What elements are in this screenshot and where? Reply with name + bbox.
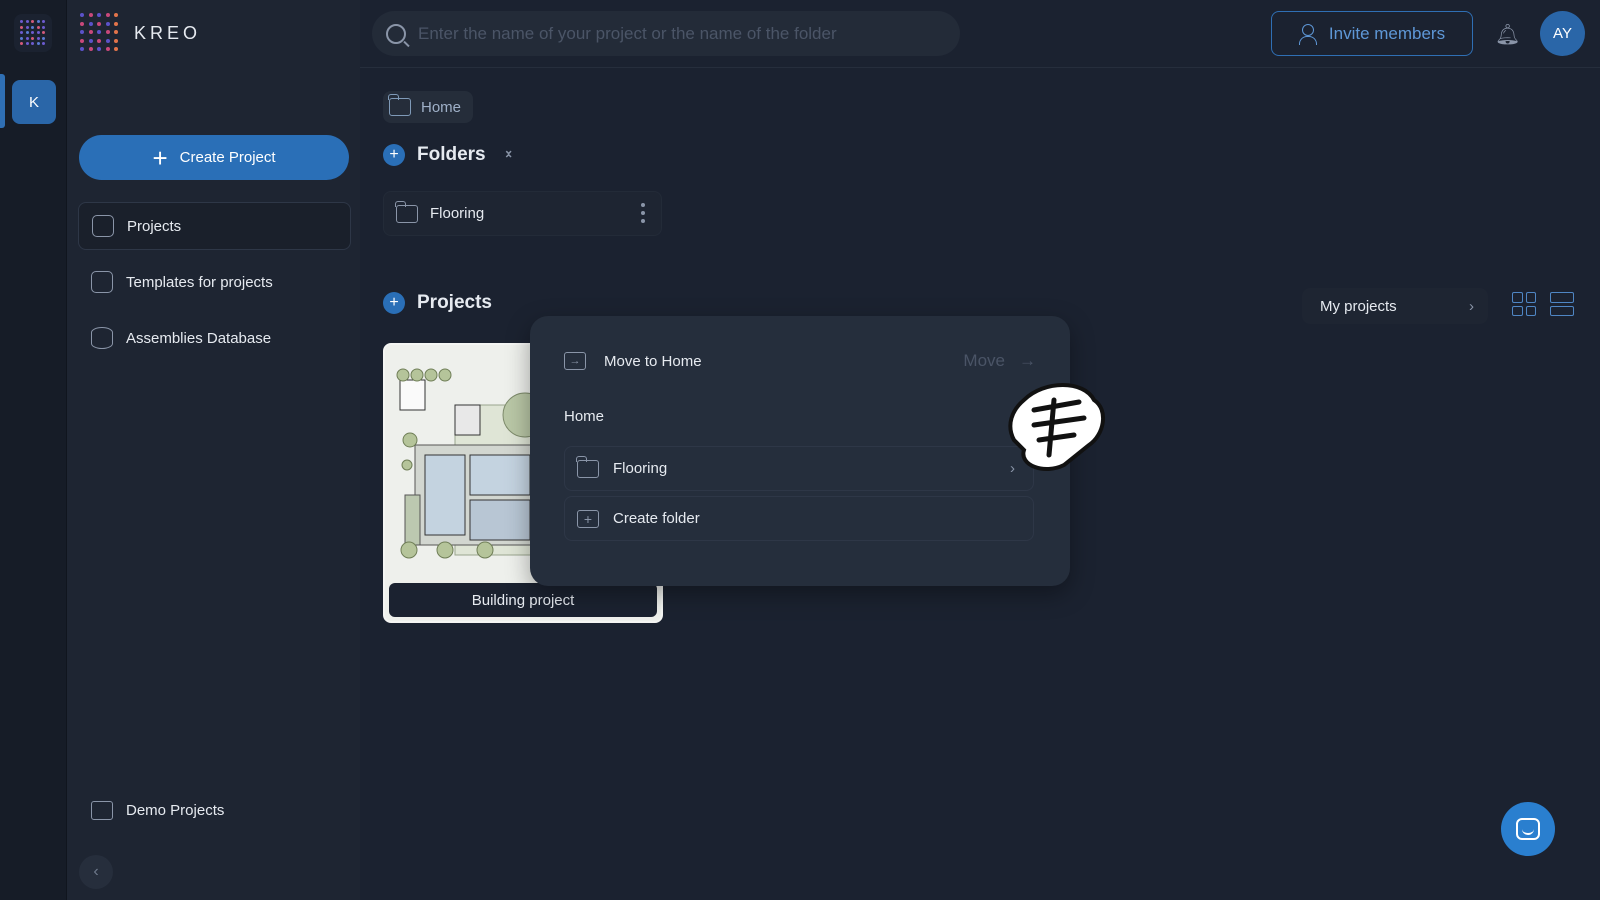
grid-view-icon[interactable]: [1512, 292, 1536, 316]
folder-icon: [388, 94, 411, 116]
chat-icon: [1516, 818, 1540, 840]
add-folder-icon: +: [577, 509, 599, 528]
move-button-label: Move: [963, 351, 1005, 370]
invite-members-label: Invite members: [1328, 23, 1446, 43]
top-bar: Invite members 🔔︎ AY: [360, 0, 1600, 68]
projects-title: Projects: [417, 292, 492, 313]
sidebar-item-label: Projects: [127, 217, 182, 235]
sidebar-item-templates[interactable]: Templates for projects: [78, 258, 351, 306]
workspace-rail: K: [0, 0, 67, 900]
sidebar-item-demo-projects[interactable]: Demo Projects: [78, 786, 351, 834]
list-view-icon[interactable]: [1550, 292, 1574, 316]
move-dialog: → Move to Home Move → Home Flooring › + …: [530, 316, 1070, 586]
projects-filter-dropdown[interactable]: My projects ›: [1302, 288, 1488, 324]
invite-members-button[interactable]: Invite members: [1271, 11, 1473, 56]
folders-title: Folders: [417, 144, 486, 165]
create-project-label: Create Project: [179, 149, 276, 166]
current-location: Home: [564, 408, 605, 425]
document-icon: [92, 215, 114, 237]
support-chat-button[interactable]: [1501, 802, 1555, 856]
brand[interactable]: KREO: [80, 13, 201, 53]
create-folder-label: Create folder: [613, 510, 700, 527]
sidebar-item-label: Templates for projects: [126, 273, 273, 291]
folder-card[interactable]: Flooring: [383, 191, 662, 236]
search-input[interactable]: [418, 23, 938, 44]
add-project-button[interactable]: +: [383, 292, 405, 314]
project-name: Building project: [389, 583, 657, 617]
bell-icon[interactable]: 🔔︎: [1495, 22, 1520, 46]
add-user-icon: [1298, 23, 1317, 45]
kreo-logo-icon: [80, 13, 120, 53]
templates-icon: [91, 271, 113, 293]
more-vertical-icon[interactable]: [641, 203, 645, 223]
brand-name: KREO: [134, 22, 202, 43]
move-folder-icon: →: [564, 352, 586, 370]
database-icon: [91, 327, 113, 349]
app-root: K KREO + Create Project Projects Templat…: [0, 0, 1600, 900]
move-dialog-header: → Move to Home: [564, 352, 702, 370]
plus-icon: +: [152, 142, 168, 173]
sidebar-item-label: Assemblies Database: [126, 329, 272, 347]
move-button[interactable]: Move →: [963, 351, 1036, 371]
projects-filter-label: My projects: [1320, 297, 1397, 315]
chevron-right-icon: ›: [1469, 297, 1474, 315]
projects-header: + Projects: [383, 292, 492, 314]
company-avatar[interactable]: K: [12, 80, 56, 124]
folder-name: Flooring: [430, 205, 485, 222]
breadcrumb-label: Home: [421, 98, 462, 116]
collapse-icon[interactable]: ⌄ ⌃: [504, 144, 514, 165]
folder-icon: [395, 200, 418, 223]
user-avatar[interactable]: AY: [1540, 11, 1585, 56]
sidebar-item-projects[interactable]: Projects: [78, 202, 351, 250]
search-box[interactable]: [372, 11, 960, 56]
move-target-folder[interactable]: Flooring ›: [564, 446, 1034, 491]
folders-header: + Folders ⌄ ⌃: [383, 144, 514, 166]
search-icon: [386, 23, 406, 44]
folder-icon: [576, 455, 599, 478]
sidebar-item-label: Demo Projects: [126, 801, 225, 819]
create-folder-button[interactable]: + Create folder: [564, 496, 1034, 541]
sidebar: KREO + Create Project Projects Templates…: [67, 0, 360, 900]
active-indicator: [0, 74, 5, 128]
apps-grid-icon[interactable]: [14, 14, 52, 52]
collapse-sidebar-button[interactable]: ‹: [79, 855, 113, 889]
chevron-left-icon: ‹: [93, 863, 99, 880]
arrow-right-icon: →: [1019, 351, 1036, 370]
add-folder-button[interactable]: +: [383, 144, 405, 166]
create-project-button[interactable]: + Create Project: [79, 135, 349, 180]
breadcrumb[interactable]: Home: [383, 91, 474, 123]
sidebar-item-assemblies[interactable]: Assemblies Database: [78, 314, 351, 362]
move-target-folder-name: Flooring: [613, 460, 668, 477]
hand-sticker-icon: [1008, 383, 1105, 471]
move-dialog-title: Move to Home: [604, 352, 702, 370]
monitor-icon: [91, 800, 113, 820]
